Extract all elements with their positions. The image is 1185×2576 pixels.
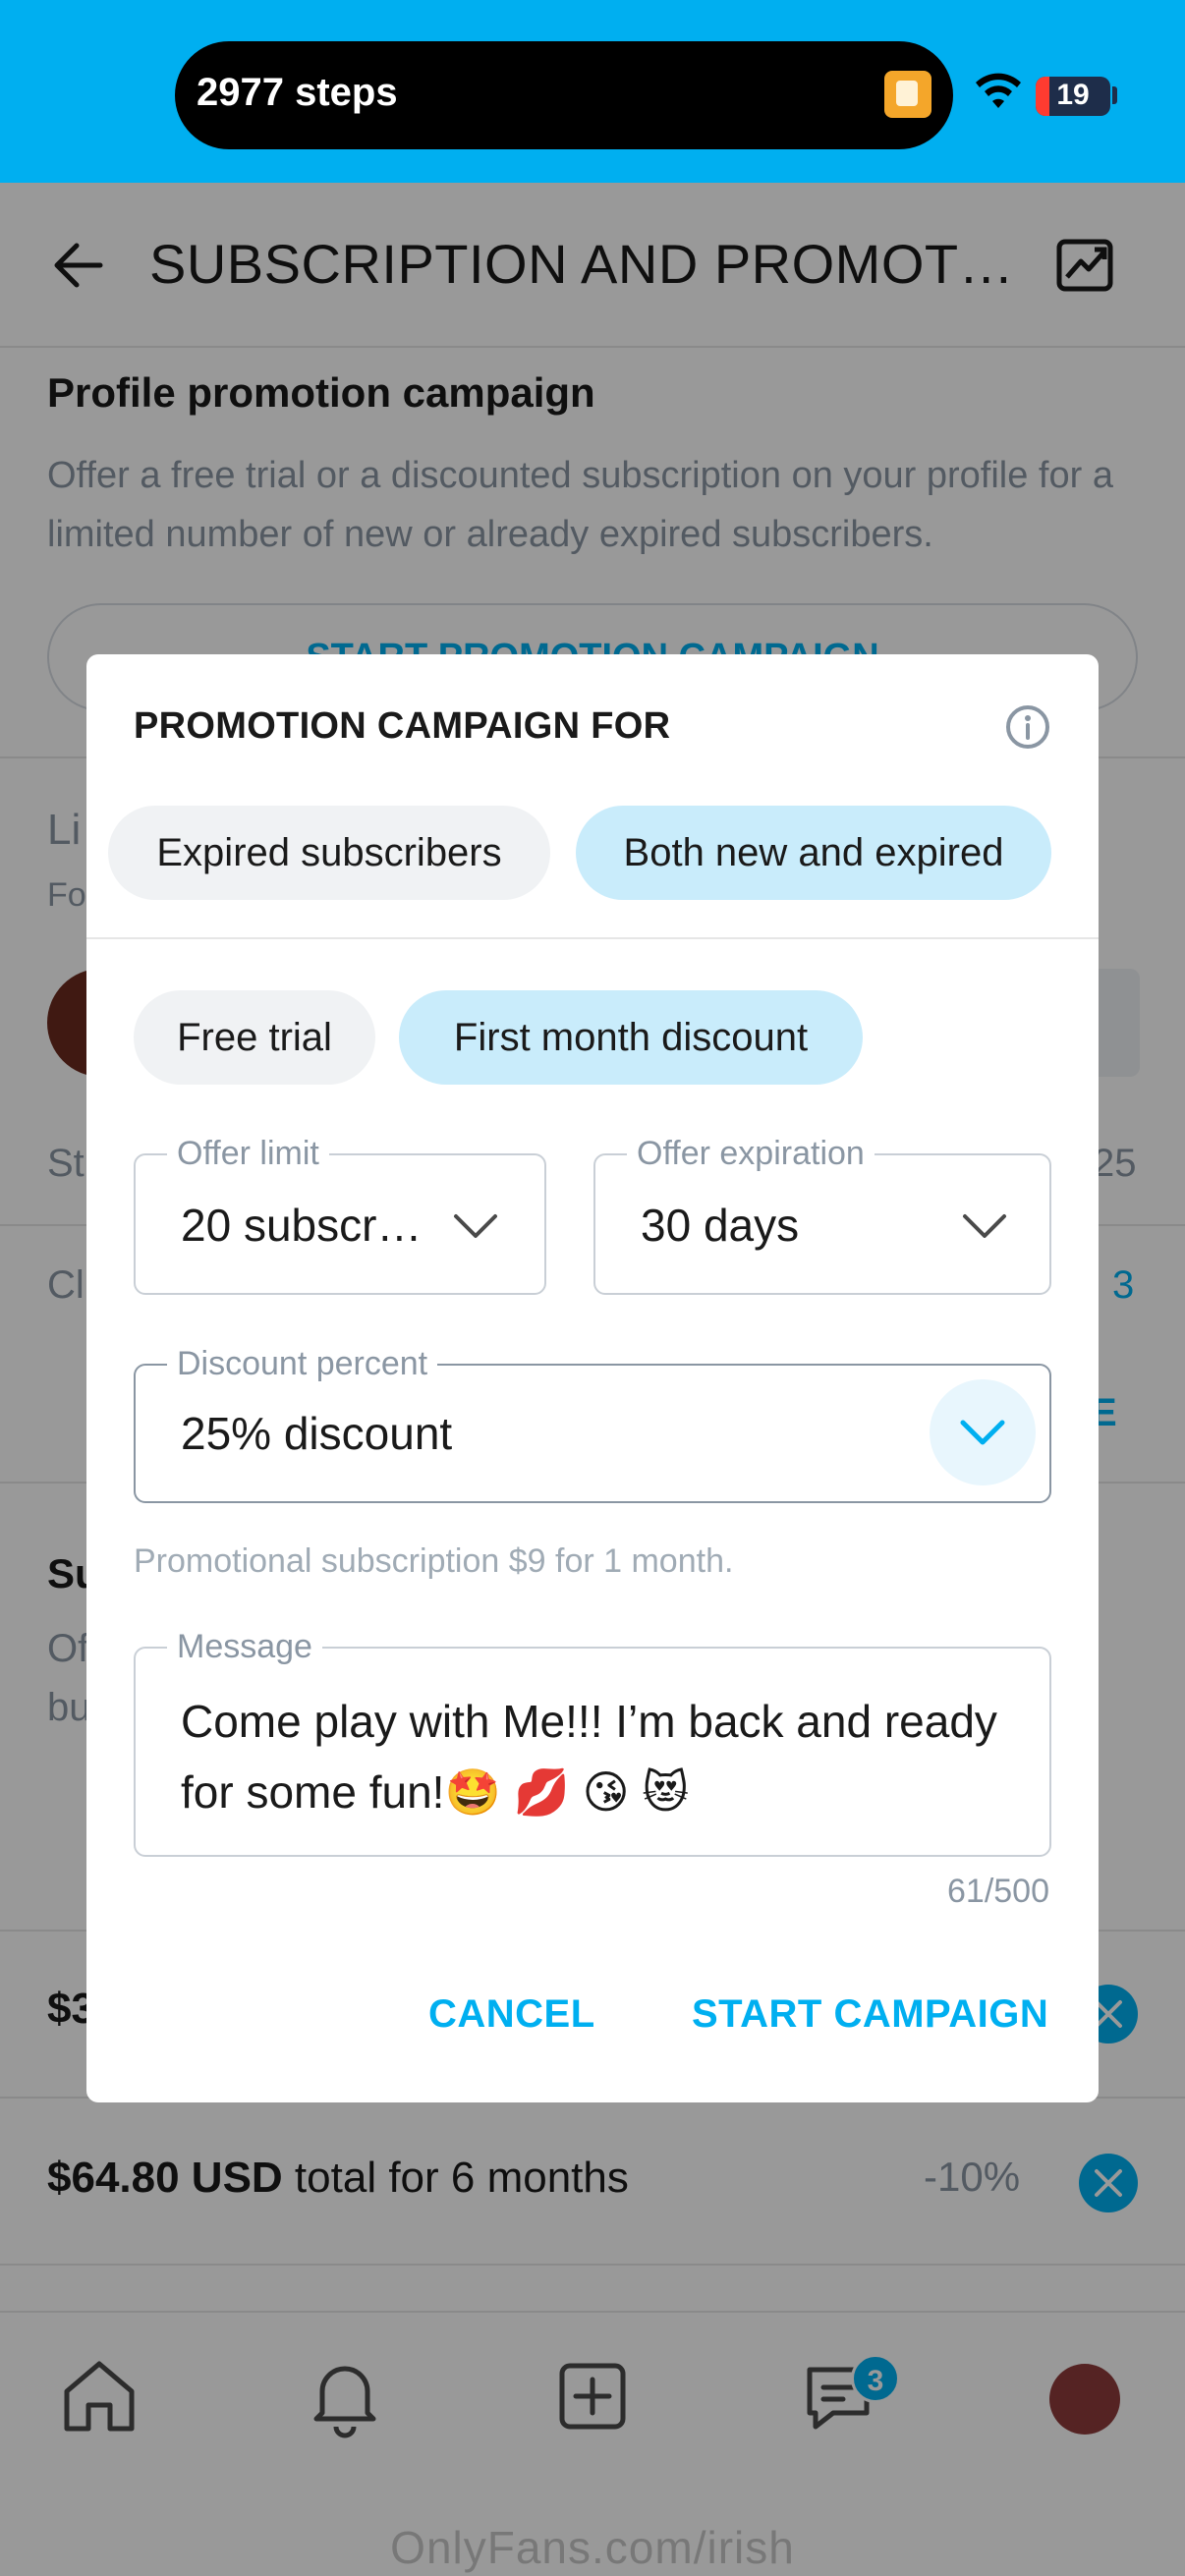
message-char-counter: 61/500 [947, 1873, 1049, 1910]
chevron-down-icon [454, 1214, 497, 1238]
message-textarea[interactable]: Message Come play with Me!!! I’m back an… [134, 1627, 1051, 1857]
offer-limit-label: Offer limit [167, 1134, 329, 1173]
battery-level: 19 [1056, 79, 1090, 111]
discount-percent-select[interactable]: Discount percent 25% discount [134, 1344, 1051, 1503]
dialog-divider [86, 937, 1099, 939]
cancel-button[interactable]: CANCEL [428, 1992, 595, 2037]
dynamic-island: 2977 steps [175, 41, 953, 149]
offer-expiration-label: Offer expiration [627, 1134, 875, 1173]
discount-percent-value: 25% discount [181, 1408, 453, 1459]
free-trial-pill[interactable]: Free trial [134, 990, 375, 1085]
audience-both-pill[interactable]: Both new and expired [576, 806, 1051, 900]
promotional-price-hint: Promotional subscription $9 for 1 month. [134, 1542, 734, 1580]
offer-limit-value: 20 subscr… [181, 1200, 423, 1251]
chevron-down-icon [960, 1420, 1005, 1445]
audience-expired-pill[interactable]: Expired subscribers [108, 806, 550, 900]
status-bar: 2977 steps 19 [0, 0, 1185, 183]
dialog-title: PROMOTION CAMPAIGN FOR [134, 705, 671, 747]
offer-limit-select[interactable]: Offer limit 20 subscr… [134, 1134, 546, 1295]
fitness-app-icon [884, 71, 931, 118]
wifi-icon [976, 73, 1021, 108]
battery-icon: 19 [1036, 77, 1110, 116]
message-label: Message [167, 1627, 322, 1666]
first-month-discount-pill[interactable]: First month discount [399, 990, 863, 1085]
discount-percent-label: Discount percent [167, 1344, 438, 1383]
start-campaign-button[interactable]: START CAMPAIGN [692, 1992, 1048, 2037]
info-icon[interactable] [1004, 703, 1051, 751]
steps-count: 2977 steps [197, 71, 398, 114]
offer-expiration-value: 30 days [641, 1200, 800, 1251]
discount-dropdown-toggle[interactable] [930, 1379, 1036, 1485]
offer-expiration-select[interactable]: Offer expiration 30 days [593, 1134, 1051, 1295]
message-value: Come play with Me!!! I’m back and ready … [181, 1696, 997, 1818]
promotion-campaign-dialog: PROMOTION CAMPAIGN FOR Expired subscribe… [86, 654, 1099, 2102]
battery-tip [1112, 86, 1117, 104]
chevron-down-icon [963, 1214, 1006, 1238]
